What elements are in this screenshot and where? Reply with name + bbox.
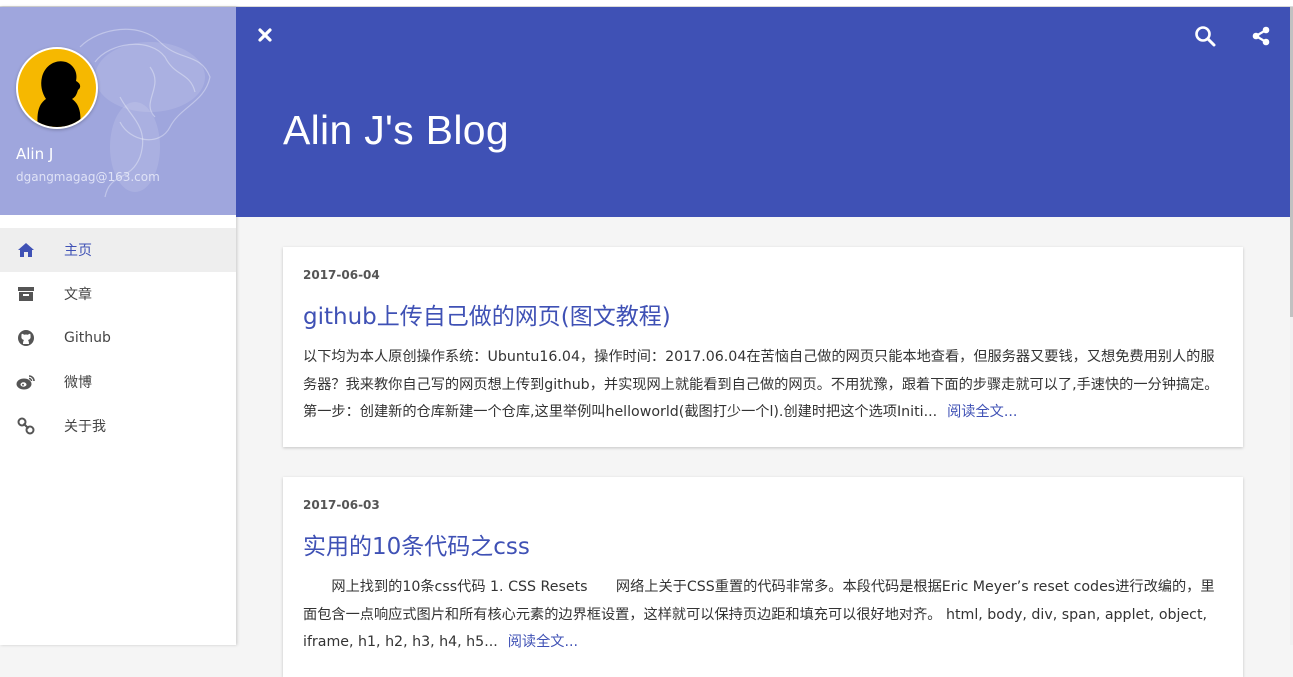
link-icon: [16, 416, 36, 436]
profile-name: Alin J: [16, 145, 54, 163]
sidebar-item-github[interactable]: Github: [0, 316, 236, 360]
sidebar-item-label: 关于我: [64, 419, 106, 435]
share-button[interactable]: [1250, 25, 1272, 47]
browser-top-edge: [0, 0, 1293, 7]
post-title-link[interactable]: github上传自己做的网页(图文教程): [303, 297, 671, 331]
page-title: Alin J's Blog: [283, 107, 509, 153]
avatar[interactable]: [16, 47, 98, 129]
post-excerpt: 网上找到的10条css代码 1. CSS Resets 网络上关于CSS重置的代…: [303, 574, 1225, 657]
read-more-link[interactable]: 阅读全文...: [947, 404, 1017, 420]
search-icon: [1195, 26, 1216, 47]
sidebar-item-articles[interactable]: 文章: [0, 272, 236, 316]
weibo-icon: [16, 372, 36, 392]
close-button[interactable]: [256, 26, 274, 44]
home-icon: [16, 240, 36, 260]
sidebar-item-label: 微博: [64, 375, 92, 391]
sidebar-item-about[interactable]: 关于我: [0, 404, 236, 448]
post-excerpt-text: 以下均为本人原创操作系统：Ubuntu16.04，操作时间：2017.06.04…: [303, 349, 1219, 420]
post-card: 2017-06-04 github上传自己做的网页(图文教程) 以下均为本人原创…: [283, 247, 1243, 447]
post-date: 2017-06-03: [303, 498, 380, 512]
sidebar-item-weibo[interactable]: 微博: [0, 360, 236, 404]
archive-icon: [16, 284, 36, 304]
profile-email: dgangmagag@163.com: [16, 170, 160, 184]
read-more-link[interactable]: 阅读全文...: [508, 634, 578, 650]
profile-header: Alin J dgangmagag@163.com: [0, 7, 236, 215]
post-date: 2017-06-04: [303, 268, 380, 282]
sidebar-nav: 主页 文章 Github 微博 关于我: [0, 228, 236, 448]
share-icon: [1252, 26, 1270, 46]
sidebar-item-label: Github: [64, 330, 111, 346]
post-title-link[interactable]: 实用的10条代码之css: [303, 527, 530, 561]
post-card: 2017-06-03 实用的10条代码之css 网上找到的10条css代码 1.…: [283, 477, 1243, 677]
blog-header: Alin J's Blog: [236, 7, 1290, 217]
user-silhouette-icon: [37, 61, 81, 127]
search-button[interactable]: [1194, 25, 1216, 47]
github-icon: [16, 328, 36, 348]
post-excerpt-text: 网上找到的10条css代码 1. CSS Resets 网络上关于CSS重置的代…: [303, 579, 1215, 650]
sidebar-item-home[interactable]: 主页: [0, 228, 236, 272]
close-icon: [258, 28, 272, 42]
post-excerpt: 以下均为本人原创操作系统：Ubuntu16.04，操作时间：2017.06.04…: [303, 344, 1225, 427]
sidebar-item-label: 主页: [64, 243, 92, 259]
sidebar-item-label: 文章: [64, 287, 92, 303]
sidebar: Alin J dgangmagag@163.com 主页 文章 Github 微…: [0, 7, 236, 645]
